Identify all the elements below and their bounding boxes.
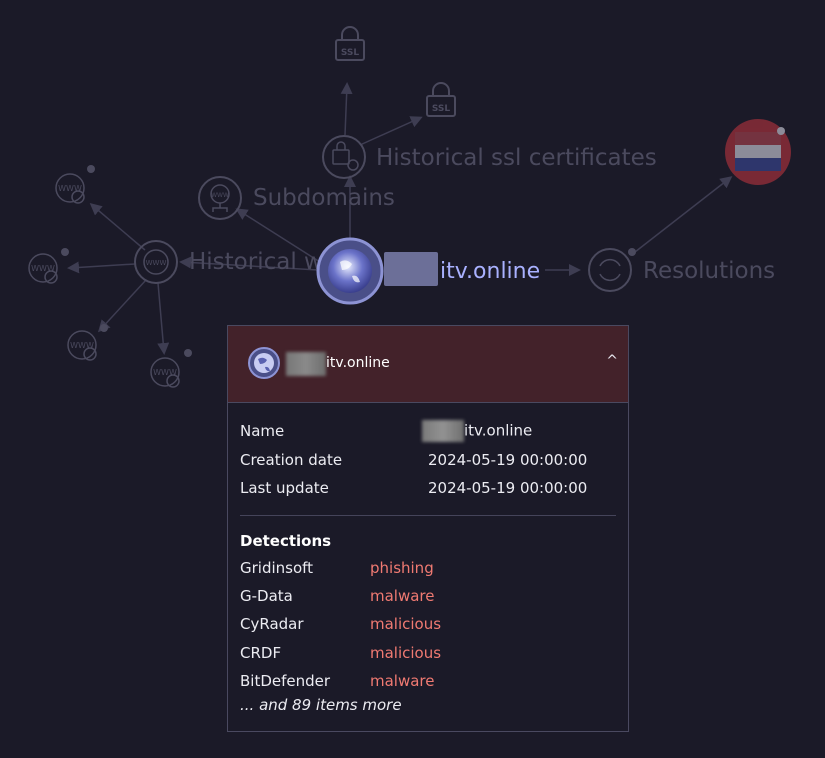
detection-row: CRDF malicious	[240, 638, 616, 666]
more-detections-link[interactable]: ... and 89 items more	[240, 696, 616, 714]
field-value: 2024-05-19 00:00:00	[428, 479, 588, 498]
globe-icon	[248, 347, 280, 379]
field-label: Creation date	[240, 450, 343, 469]
www-domain-icon[interactable]: WWW	[150, 349, 192, 388]
detection-result: malware	[370, 671, 435, 690]
svg-text:WWW: WWW	[146, 259, 167, 267]
engine-name: CRDF	[240, 643, 282, 662]
panel-header[interactable]: itv.online ^	[228, 326, 628, 403]
info-row-last-update: Last update 2024-05-19 00:00:00	[240, 474, 616, 503]
panel-title: itv.online	[326, 355, 390, 371]
field-value: itv.online	[422, 420, 533, 443]
domain-details-panel: itv.online ^ Name itv.online Creation da…	[227, 325, 629, 732]
ssl-certificate-icon[interactable]: SSL	[426, 82, 456, 117]
detection-result: malware	[370, 586, 435, 605]
historical-ssl-node[interactable]: Historical ssl certificates	[322, 135, 657, 179]
detection-result: phishing	[370, 558, 434, 577]
engine-name: CyRadar	[240, 615, 304, 634]
www-domain-icon[interactable]: WWW	[28, 248, 69, 284]
redacted-domain-prefix	[422, 420, 464, 443]
ssl-certificate-icon[interactable]: SSL	[335, 26, 365, 61]
detection-row: Gridinsoft phishing	[240, 554, 616, 582]
chevron-up-icon[interactable]: ^	[606, 353, 618, 369]
svg-text:SSL: SSL	[432, 104, 451, 114]
graph-edges	[67, 82, 733, 355]
detection-result: malicious	[370, 643, 442, 662]
divider	[240, 514, 616, 516]
detection-result: malicious	[370, 615, 442, 634]
engine-name: BitDefender	[240, 671, 331, 690]
svg-text:SSL: SSL	[341, 48, 360, 58]
historical-whois-node[interactable]: WWW Historical w	[134, 240, 323, 284]
www-domain-icon[interactable]: WWW	[55, 165, 95, 204]
resolutions-node[interactable]: Resolutions	[588, 248, 775, 292]
redacted-domain-prefix	[286, 352, 326, 376]
svg-text:WWW: WWW	[211, 192, 229, 199]
main-domain-node[interactable]: itv.online	[316, 237, 540, 305]
info-row-name: Name itv.online	[240, 417, 616, 446]
country-flag-node[interactable]	[725, 119, 791, 185]
detection-row: G-Data malware	[240, 582, 616, 610]
engine-name: G-Data	[240, 586, 293, 605]
info-row-creation-date: Creation date 2024-05-19 00:00:00	[240, 446, 616, 475]
subdomains-node[interactable]: WWW Subdomains	[198, 176, 395, 220]
svg-text:Subdomains: Subdomains	[253, 185, 395, 211]
svg-text:Historical w: Historical w	[189, 249, 323, 275]
field-label: Last update	[240, 479, 329, 498]
detection-row: CyRadar malicious	[240, 610, 616, 638]
svg-text:itv.online: itv.online	[440, 259, 540, 284]
svg-text:Historical ssl certificates: Historical ssl certificates	[376, 145, 657, 171]
svg-text:Resolutions: Resolutions	[643, 258, 775, 284]
domain-name-value: itv.online	[464, 421, 533, 440]
engine-name: Gridinsoft	[240, 558, 314, 577]
detections-heading: Detections	[240, 531, 332, 550]
field-value: 2024-05-19 00:00:00	[428, 450, 588, 469]
redacted-domain-prefix	[384, 252, 438, 286]
www-domain-icon[interactable]: WWW	[67, 324, 108, 361]
field-label: Name	[240, 422, 285, 441]
domain-info: Name itv.online Creation date 2024-05-19…	[228, 403, 628, 714]
detection-row: BitDefender malware	[240, 667, 616, 695]
